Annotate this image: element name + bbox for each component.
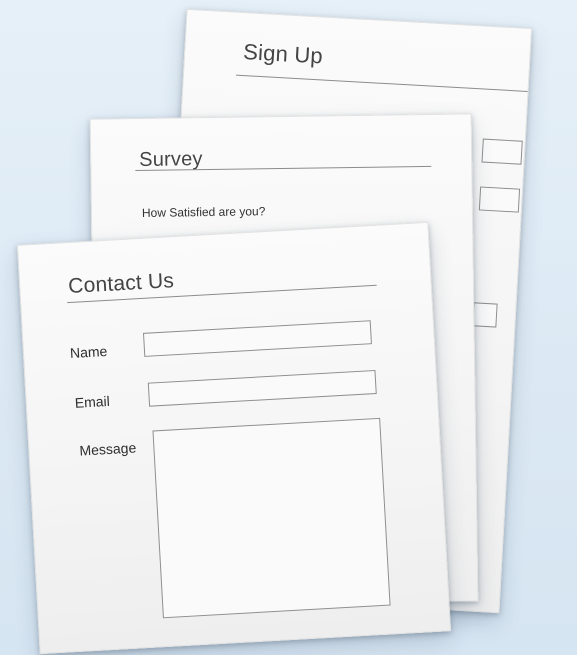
signup-title: Sign Up: [242, 39, 324, 69]
message-textarea[interactable]: [152, 417, 391, 619]
contact-form-sheet: Contact Us Name Email Message: [16, 221, 452, 655]
signup-title-divider: [235, 74, 528, 92]
signup-field-3[interactable]: [472, 302, 498, 328]
signup-field-2[interactable]: [478, 186, 521, 213]
email-input[interactable]: [147, 369, 377, 407]
signup-field-1[interactable]: [481, 138, 523, 165]
name-label: Name: [69, 342, 108, 362]
form-sheets-illustration: Sign Up Survey How Satisfied are you? Co…: [0, 0, 577, 655]
name-input[interactable]: [142, 320, 372, 357]
email-label: Email: [74, 392, 111, 411]
message-label: Message: [79, 439, 137, 459]
survey-question: How Satisfied are you?: [141, 204, 266, 220]
contact-title: Contact Us: [67, 269, 175, 298]
